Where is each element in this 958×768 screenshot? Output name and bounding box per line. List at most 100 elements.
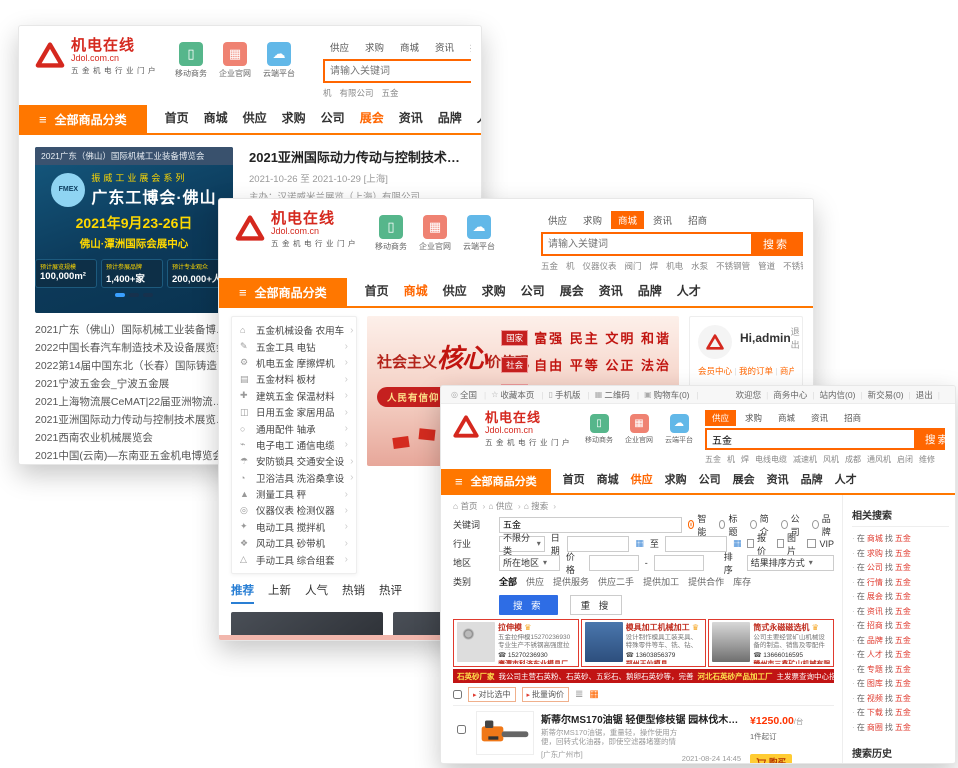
exhibition-link[interactable]: 2021广东（佛山）国际机械工业装备博览会 [35, 324, 233, 336]
category-item[interactable]: ⌂ 五金机械设备 农用车 [232, 322, 356, 338]
hot-keyword[interactable]: 不锈钢 [783, 260, 803, 272]
service-shortcut[interactable]: ▯ 移动商务 [175, 42, 207, 79]
service-shortcut[interactable]: ▦ 企业官网 [419, 215, 451, 252]
nav-item[interactable]: 展会 [560, 282, 584, 299]
hot-keyword[interactable]: 机 [323, 87, 332, 99]
hot-keyword[interactable]: 水泵 [691, 260, 708, 272]
hot-keyword[interactable]: 机电 [666, 260, 683, 272]
type-option[interactable]: 供应二手 [598, 575, 634, 588]
search-type-tab[interactable]: 招商 [837, 410, 868, 426]
result-title-link[interactable]: 斯蒂尔MS170油锯 轻便型修枝锯 园林伐木锯 德国进口油锯 [541, 711, 743, 726]
related-target-link[interactable]: 求购 [867, 549, 883, 558]
related-keyword-link[interactable]: 五金 [895, 723, 911, 732]
hot-keyword[interactable]: 仪器仪表 [583, 260, 617, 272]
hot-keyword[interactable]: 阀门 [625, 260, 642, 272]
related-keyword-link[interactable]: 五金 [895, 549, 911, 558]
match-option[interactable]: 智能 [688, 512, 710, 538]
nav-item[interactable]: 人才 [835, 471, 857, 487]
nav-item[interactable]: 求购 [665, 471, 687, 487]
category-item[interactable]: △ 手动工具 综合组套 [232, 551, 356, 567]
related-target-link[interactable]: 展会 [867, 592, 883, 601]
type-option[interactable]: 提供合作 [688, 575, 724, 588]
hot-keyword[interactable]: 减速机 [793, 454, 817, 465]
search-type-tab[interactable]: 商城 [771, 410, 802, 426]
search-type-tab[interactable]: 资讯 [646, 211, 679, 229]
search-type-tab[interactable]: 资讯 [428, 38, 461, 56]
category-item[interactable]: ▲ 测量工具 秤 [232, 486, 356, 502]
hot-keyword[interactable]: 管道 [758, 260, 775, 272]
flag-option[interactable]: 图片 [777, 531, 798, 557]
related-keyword-link[interactable]: 五金 [895, 592, 911, 601]
service-shortcut[interactable]: ☁ 云端平台 [463, 215, 495, 252]
carousel-dot[interactable] [129, 293, 139, 297]
nav-item[interactable]: 资讯 [767, 471, 789, 487]
hot-keyword[interactable]: 焊 [650, 260, 659, 272]
related-target-link[interactable]: 商城 [867, 534, 883, 543]
region-select[interactable]: 所在地区 [499, 555, 560, 571]
type-option[interactable]: 供应 [526, 575, 544, 588]
ad-card[interactable]: 模具加工机械加工 设计制作模具工装夹具、特殊零件等车、铣、钻、平磨圆磨、攻丝机 … [581, 619, 707, 667]
hot-keyword[interactable]: 五金 [541, 260, 558, 272]
related-target-link[interactable]: 商圈 [867, 723, 883, 732]
type-option[interactable]: 提供加工 [643, 575, 679, 588]
hot-keyword[interactable]: 五金 [382, 87, 399, 99]
nav-item[interactable]: 商城 [204, 109, 228, 126]
search-type-tab[interactable]: 供应 [705, 410, 736, 426]
breadcrumb-link[interactable]: 供应 [488, 500, 520, 512]
utility-link[interactable]: 新交易(0) [868, 389, 916, 401]
hot-keyword[interactable]: 维修 [919, 454, 935, 465]
all-categories-button[interactable]: ≡ 全部商品分类 [219, 278, 347, 306]
nav-item[interactable]: 商城 [404, 282, 428, 299]
product-thumbnail[interactable] [476, 711, 534, 755]
nav-item[interactable]: 品牌 [638, 282, 662, 299]
related-keyword-link[interactable]: 五金 [895, 694, 911, 703]
utility-link[interactable]: 站内信(0) [820, 389, 868, 401]
nav-item[interactable]: 首页 [365, 282, 389, 299]
related-keyword-link[interactable]: 五金 [895, 534, 911, 543]
row-checkbox[interactable] [457, 725, 466, 734]
filter-reset-button[interactable]: 重 搜 [570, 595, 623, 615]
ad-card[interactable]: 拉伸模 五金拉伸模15270236930专业生产不锈钢高强度拉伸模、五金制品。 … [453, 619, 579, 667]
user-link[interactable]: 我的订单 [739, 366, 780, 376]
hot-keyword[interactable]: 启闭 [897, 454, 913, 465]
nav-item[interactable]: 品牌 [801, 471, 823, 487]
related-target-link[interactable]: 视频 [867, 694, 883, 703]
user-link[interactable]: 商户后台 [780, 366, 794, 376]
service-shortcut[interactable]: ▦ 企业官网 [219, 42, 251, 79]
nav-item[interactable]: 展会 [360, 109, 384, 126]
nav-item[interactable]: 商城 [597, 471, 619, 487]
category-item[interactable]: ◔ 卫浴洁具 洗浴桑拿设 [232, 470, 356, 486]
nav-item[interactable]: 供应 [631, 471, 653, 487]
ad-strip-link[interactable]: 河北石英砂产品加工厂 [698, 671, 773, 682]
related-keyword-link[interactable]: 五金 [895, 636, 911, 645]
related-keyword-link[interactable]: 五金 [895, 607, 911, 616]
utility-link[interactable]: 收藏本页 [500, 389, 534, 401]
category-item[interactable]: ✚ 建筑五金 保温材料 [232, 388, 356, 404]
category-item[interactable]: ▤ 五金材料 板材 [232, 371, 356, 387]
exhibition-banner[interactable]: 2021广东（佛山）国际机械工业装备博览会 FMEX 振威工业展会系列 广东工博… [35, 147, 233, 313]
ad-card[interactable]: 筒式永磁磁选机 公司主要经营矿山机械设备的制造、销售及零配件加工、铸造；深圳 1… [708, 619, 834, 667]
flag-option[interactable]: VIP [807, 539, 834, 549]
related-target-link[interactable]: 招商 [867, 621, 883, 630]
brand-logo[interactable]: 机电在线 Jdol.com.cn 五金机电行业门户 [453, 410, 573, 448]
utility-link[interactable]: 购物车(0) [654, 389, 690, 401]
breadcrumb-link[interactable]: 首页 [453, 500, 485, 512]
ad-strip[interactable]: 石英砂厂家 我公司主营石英粉、石英砂、五彩石、鹅卵石英砂等，完善 河北石英砂产品… [453, 669, 834, 683]
exhibition-link[interactable]: 2021宁波五金会_宁波五金展 [35, 378, 169, 390]
search-button[interactable]: 搜索 [914, 430, 945, 448]
service-shortcut[interactable]: ▯ 移动商务 [585, 414, 613, 445]
hot-keyword[interactable]: 通风机 [867, 454, 891, 465]
hot-keyword[interactable]: 风机 [823, 454, 839, 465]
type-option[interactable]: 库存 [733, 575, 751, 588]
category-item[interactable]: ☂ 安防锁具 交通安全设 [232, 453, 356, 469]
detail-title-link[interactable]: 2021亚洲国际动力传动与控制技术展览会·PTC ASIA [249, 147, 469, 166]
list-view-icon[interactable]: ≣ [575, 689, 583, 700]
brand-logo[interactable]: 机电在线 Jdol.com.cn 五金机电行业门户 [235, 211, 359, 249]
compare-button[interactable]: 对比选中 [468, 687, 516, 702]
utility-link[interactable]: 手机版 [555, 389, 581, 401]
hot-keyword[interactable]: 不锈钢管 [716, 260, 750, 272]
calendar-icon[interactable]: ▦ [635, 538, 644, 549]
search-type-tab[interactable]: 供应 [323, 38, 356, 56]
exhibition-link[interactable]: 2022第14届中国东北（长春）国际铸造、压铸工业展览会 [35, 360, 233, 372]
related-target-link[interactable]: 图库 [867, 679, 883, 688]
